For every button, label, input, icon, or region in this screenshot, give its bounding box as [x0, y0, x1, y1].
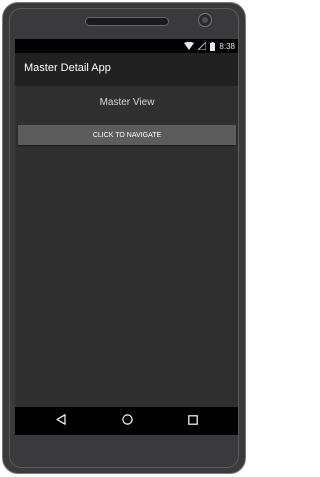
battery-icon [210, 41, 216, 51]
home-button[interactable] [119, 413, 135, 429]
signal-icon [198, 42, 207, 50]
recents-button[interactable] [185, 413, 201, 429]
master-view-title: Master View [99, 97, 155, 108]
click-to-navigate-button[interactable]: CLICK TO NAVIGATE [18, 125, 236, 145]
home-icon [121, 412, 133, 430]
front-camera [198, 13, 212, 27]
status-time: 8:38 [219, 41, 235, 51]
action-bar: Master Detail App [15, 53, 239, 86]
speaker-grille [85, 17, 169, 26]
recents-icon [188, 412, 198, 430]
back-icon [56, 412, 66, 430]
status-bar: 8:38 [15, 39, 239, 53]
master-view-content: Master View CLICK TO NAVIGATE [15, 86, 239, 407]
navigation-bar [15, 407, 239, 435]
wifi-icon [184, 42, 195, 50]
app-title: Master Detail App [24, 62, 111, 74]
back-button[interactable] [53, 413, 69, 429]
device-screen: 8:38 Master Detail App Master View CLICK… [15, 39, 239, 435]
phone-frame: 8:38 Master Detail App Master View CLICK… [2, 2, 246, 474]
status-icons: 8:38 [184, 40, 235, 52]
